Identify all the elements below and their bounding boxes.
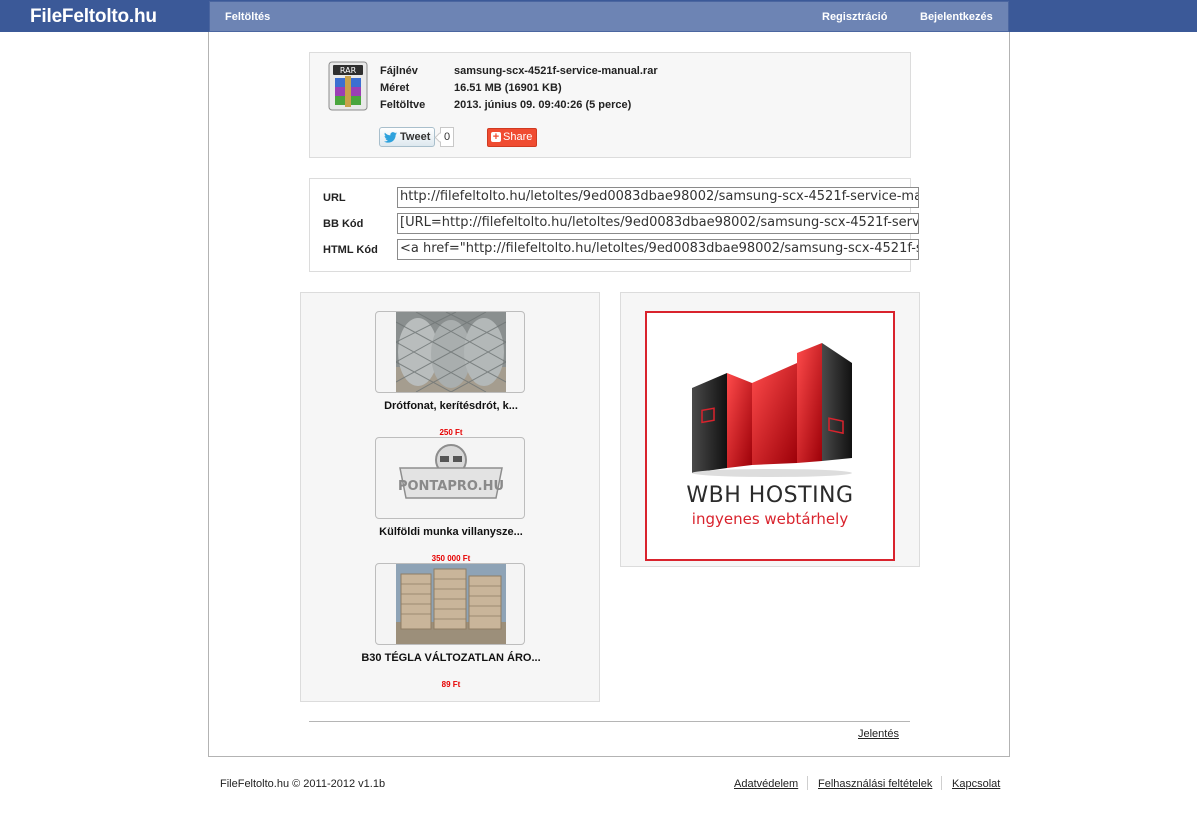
- ad-title-job[interactable]: Külföldi munka villanysze...: [361, 526, 541, 539]
- footer-link-contact[interactable]: Kapcsolat: [952, 778, 1000, 790]
- rar-archive-icon: RAR: [328, 61, 368, 111]
- ad-price-job: 350 000 Ft: [431, 554, 471, 563]
- file-uploaded-value: 2013. június 09. 09:40:26 (5 perce): [454, 99, 632, 111]
- site-logo[interactable]: FileFeltolto.hu: [30, 6, 157, 28]
- share-button[interactable]: + Share: [487, 128, 537, 147]
- pontapro-logo-image: PONTAPRO.HU: [396, 438, 506, 518]
- ad-price-fence: 250 Ft: [439, 428, 463, 437]
- ad-price-brick: 89 Ft: [441, 680, 461, 689]
- file-name-label: Fájlnév: [380, 65, 418, 77]
- twitter-bird-icon: [384, 132, 397, 143]
- footer-link-terms[interactable]: Felhasználási feltételek: [818, 778, 932, 790]
- html-code-label: HTML Kód: [323, 244, 378, 256]
- fence-wire-image: [396, 312, 506, 392]
- url-label: URL: [323, 192, 346, 204]
- file-info-box: RAR Fájlnév samsung-scx-4521f-service-ma…: [309, 52, 911, 158]
- brick-pallet-image: [396, 564, 506, 644]
- ad-thumbnail-job[interactable]: PONTAPRO.HU: [375, 437, 525, 519]
- link-codes-box: URL http://filefeltolto.hu/letoltes/9ed0…: [309, 178, 919, 272]
- banner-box: WBH HOSTING ingyenes webtárhely: [620, 292, 920, 567]
- banner-subtitle: ingyenes webtárhely: [691, 510, 849, 528]
- server-towers-logo-icon: [692, 343, 852, 477]
- file-size-label: Méret: [380, 82, 410, 94]
- nav-register[interactable]: Regisztráció: [822, 11, 887, 23]
- ad-title-brick[interactable]: B30 TÉGLA VÁLTOZATLAN ÁRO...: [361, 652, 541, 665]
- ad-thumbnail-brick[interactable]: [375, 563, 525, 645]
- footer-separator: [807, 776, 808, 790]
- main-content: RAR Fájlnév samsung-scx-4521f-service-ma…: [208, 32, 1010, 757]
- footer-copyright: FileFeltolto.hu © 2011-2012 v1.1b: [220, 778, 386, 790]
- nav-upload[interactable]: Feltöltés: [225, 11, 270, 23]
- classified-ads-box: Drótfonat, kerítésdrót, k... 250 Ft PONT…: [300, 292, 600, 702]
- plus-icon: +: [491, 131, 501, 143]
- tweet-count: 0: [440, 127, 454, 147]
- ad-title-fence[interactable]: Drótfonat, kerítésdrót, k...: [361, 400, 541, 413]
- wbh-hosting-banner[interactable]: WBH HOSTING ingyenes webtárhely: [645, 311, 895, 561]
- file-name-value: samsung-scx-4521f-service-manual.rar: [454, 65, 658, 77]
- nav-login[interactable]: Bejelentkezés: [920, 11, 993, 23]
- share-label: Share: [503, 131, 533, 143]
- tweet-button[interactable]: Tweet: [379, 127, 435, 147]
- banner-title: WBH HOSTING: [686, 483, 854, 508]
- content-divider: [309, 721, 910, 722]
- tweet-label: Tweet: [400, 131, 431, 143]
- svg-text:RAR: RAR: [340, 66, 357, 75]
- svg-text:PONTAPRO.HU: PONTAPRO.HU: [398, 479, 504, 494]
- nav-bar: Feltöltés Regisztráció Bejelentkezés: [209, 1, 1009, 32]
- ad-thumbnail-fence[interactable]: [375, 311, 525, 393]
- bb-code-field[interactable]: [URL=http://filefeltolto.hu/letoltes/9ed…: [397, 213, 919, 234]
- footer-link-privacy[interactable]: Adatvédelem: [734, 778, 798, 790]
- report-link[interactable]: Jelentés: [858, 728, 899, 740]
- file-size-value: 16.51 MB (16901 KB): [454, 82, 562, 94]
- html-code-field[interactable]: <a href="http://filefeltolto.hu/letoltes…: [397, 239, 919, 260]
- footer-separator: [941, 776, 942, 790]
- bb-code-label: BB Kód: [323, 218, 364, 230]
- file-uploaded-label: Feltöltve: [380, 99, 426, 111]
- url-field[interactable]: http://filefeltolto.hu/letoltes/9ed0083d…: [397, 187, 919, 208]
